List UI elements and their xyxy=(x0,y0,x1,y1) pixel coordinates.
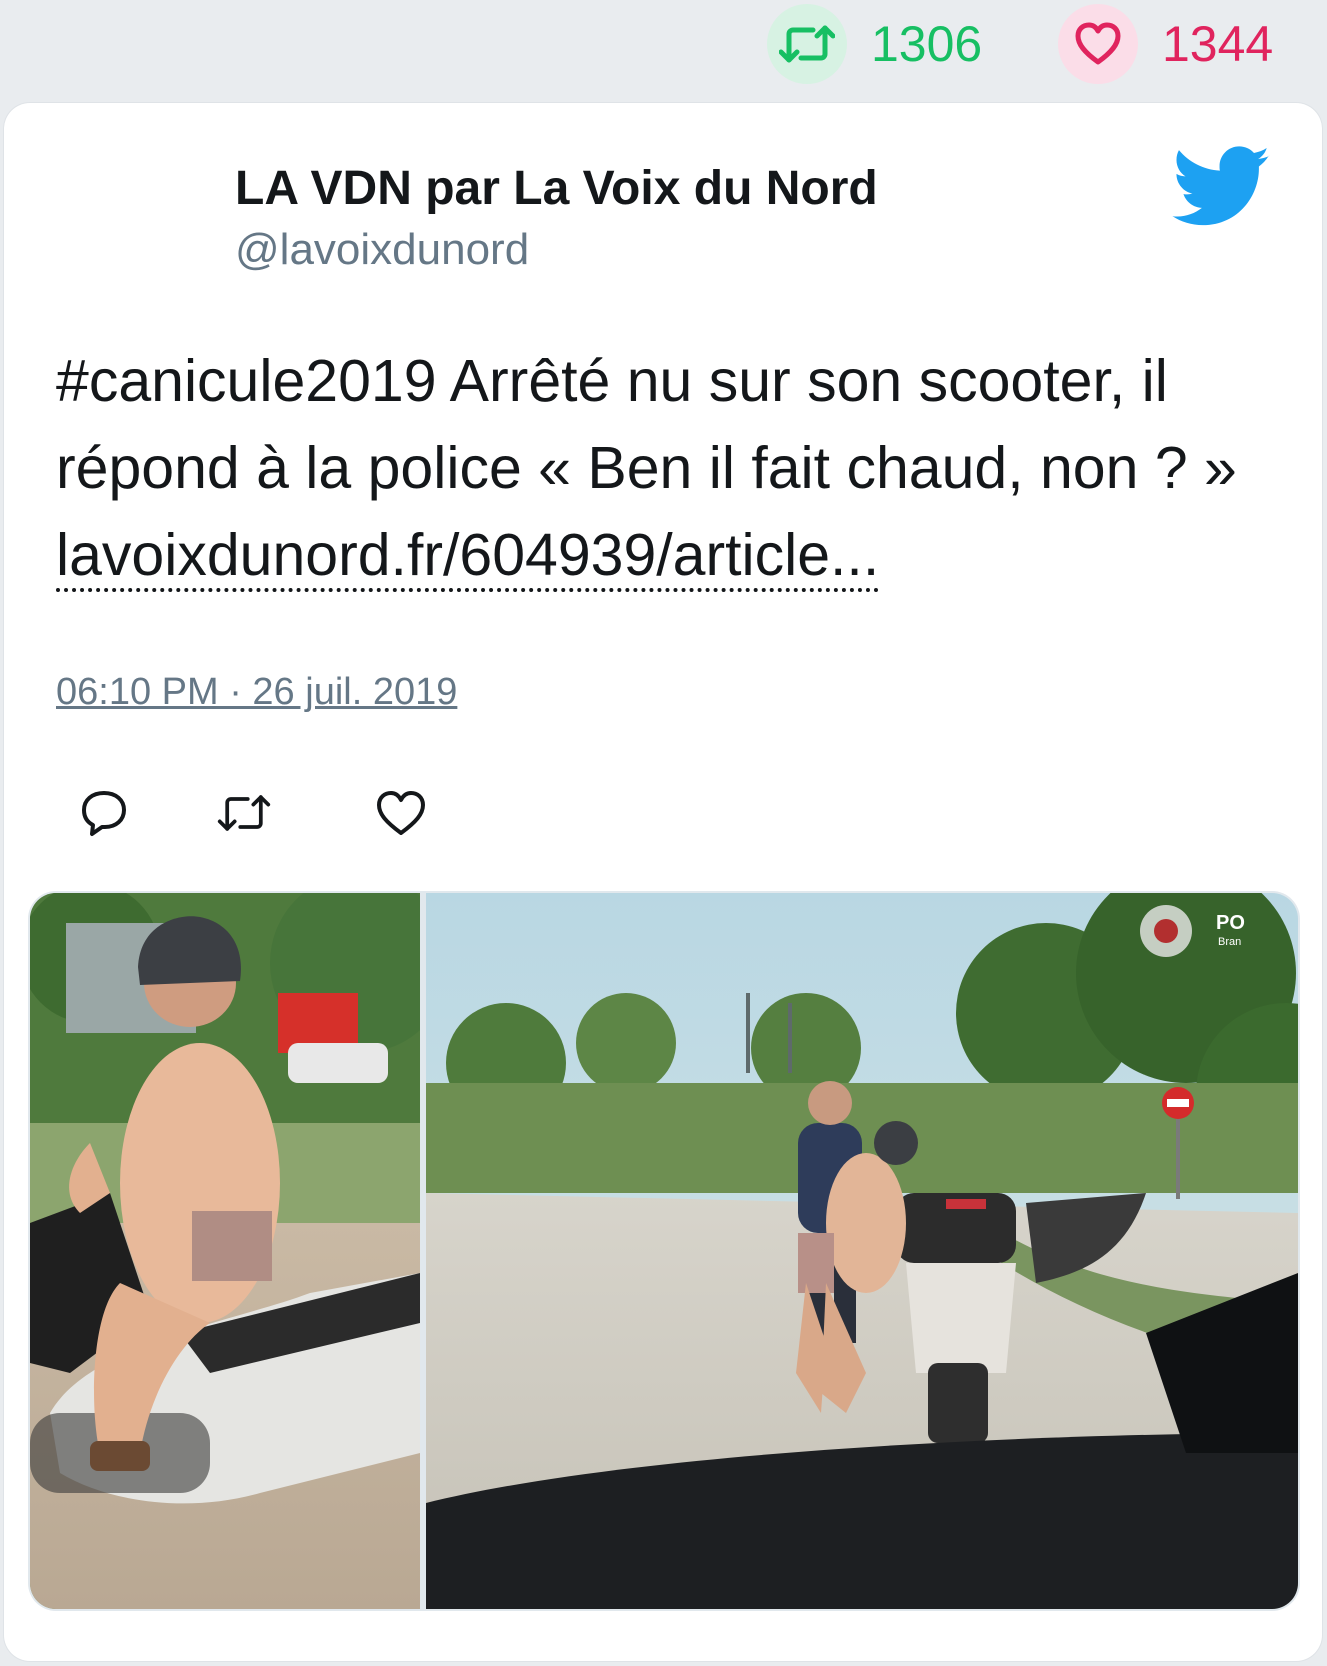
article-link[interactable]: lavoixdunord.fr/604939/article... xyxy=(56,522,880,592)
like-stat[interactable]: 1344 xyxy=(1058,4,1273,84)
engagement-stats: 1306 1344 xyxy=(0,0,1327,100)
tweet-timestamp[interactable]: 06:10 PM · 26 juil. 2019 xyxy=(56,671,457,714)
tweet-text: #canicule2019 Arrêté nu sur son scooter,… xyxy=(56,338,1296,599)
photo-left[interactable] xyxy=(30,893,450,1609)
author-handle[interactable]: @lavoixdunord xyxy=(235,225,529,275)
scooter-rider-photo xyxy=(30,893,450,1609)
watermark-subtext: Bran xyxy=(1218,936,1241,948)
retweet-icon xyxy=(217,795,271,831)
author-name[interactable]: LA VDN par La Voix du Nord xyxy=(235,161,878,216)
retweet-icon xyxy=(767,4,847,84)
retweet-count: 1306 xyxy=(871,16,983,72)
retweet-stat[interactable]: 1306 xyxy=(767,4,982,84)
heart-icon xyxy=(377,791,425,835)
reply-icon xyxy=(82,791,126,836)
tweet-media[interactable]: PO Bran xyxy=(30,893,1298,1609)
watermark-text: PO xyxy=(1216,912,1245,934)
police-check-photo: PO Bran xyxy=(426,893,1298,1609)
tweet-body: #canicule2019 Arrêté nu sur son scooter,… xyxy=(56,348,1237,501)
tweet-card: LA VDN par La Voix du Nord @lavoixdunord… xyxy=(4,103,1322,1661)
reply-button[interactable] xyxy=(76,785,132,841)
like-count: 1344 xyxy=(1162,16,1274,72)
heart-icon xyxy=(1058,4,1138,84)
retweet-button[interactable] xyxy=(216,785,272,841)
like-button[interactable] xyxy=(373,785,429,841)
photo-right[interactable]: PO Bran xyxy=(426,893,1298,1609)
twitter-bird-icon[interactable] xyxy=(1172,146,1272,228)
